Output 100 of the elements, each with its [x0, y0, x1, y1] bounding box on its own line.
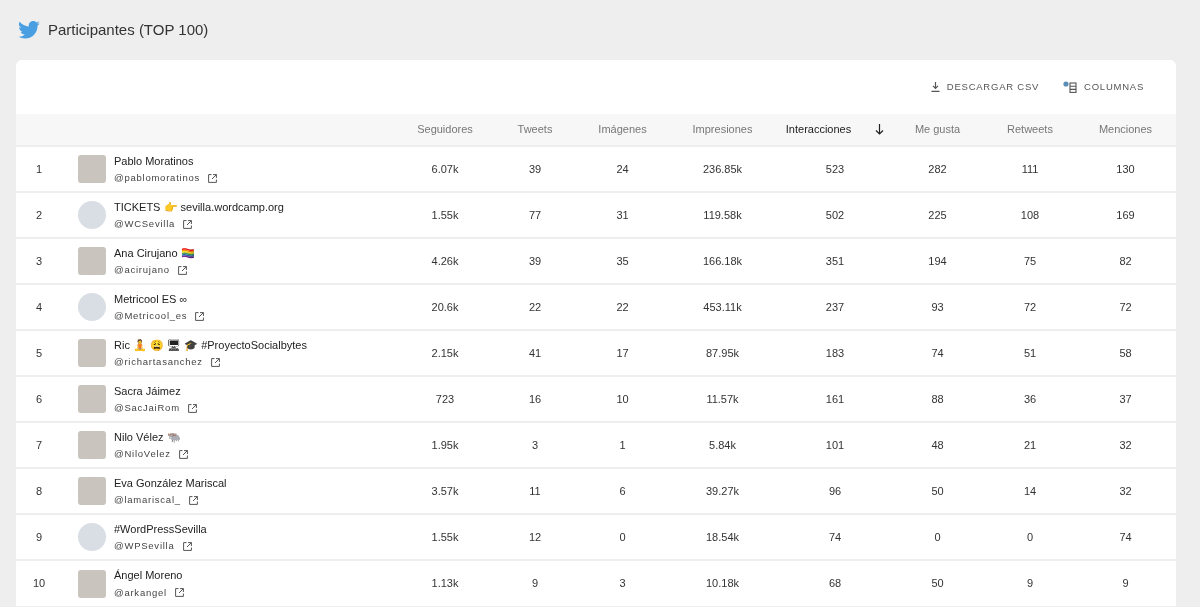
table-cell: 0 — [934, 530, 941, 543]
table-cell: 225 — [928, 208, 947, 221]
table-cell: 6 — [619, 484, 626, 497]
table-cell: 10.18k — [706, 577, 739, 590]
table-cell: 24 — [616, 162, 629, 175]
table-cell: 10 — [616, 392, 629, 405]
external-link-icon[interactable] — [187, 403, 197, 413]
table-cell: 58 — [1119, 346, 1132, 359]
table-cell: 9 — [531, 577, 539, 590]
table-cell: 9 — [1122, 577, 1129, 590]
table-cell: 22 — [528, 300, 542, 313]
avatar-photo-placeholder — [78, 339, 106, 367]
table-cell: 11 — [529, 484, 541, 497]
table-cell: 130 — [1116, 162, 1135, 175]
external-link-icon[interactable] — [183, 219, 193, 229]
columns-icon — [1063, 81, 1078, 93]
user-handle: @pablomoratinos — [114, 171, 200, 186]
rank-number: 9 — [35, 530, 43, 543]
user-name: TICKETS 👉 sevilla.wordcamp.org — [114, 199, 284, 215]
user-handle: @arkangel — [114, 585, 167, 600]
avatar-photo-placeholder — [78, 385, 106, 413]
user-handle: @richartasanchez — [114, 355, 203, 370]
table-cell: 161 — [825, 392, 845, 405]
avatar-photo-placeholder — [78, 569, 106, 598]
external-link-icon[interactable] — [174, 588, 184, 598]
user-name: #WordPressSevilla — [114, 521, 207, 537]
table-cell: 35 — [616, 254, 629, 267]
table-cell: 1 — [619, 438, 626, 451]
user-handle: @NiloVelez — [114, 447, 171, 462]
user-name: Ana Cirujano 🏳‍🌈 — [114, 245, 195, 261]
table-cell: 72 — [1023, 300, 1037, 313]
table-cell: 453.11k — [703, 300, 742, 313]
table-cell: 101 — [825, 438, 845, 451]
table-cell: 111 — [1021, 162, 1039, 175]
table-cell: 12 — [528, 530, 542, 543]
avatar-logo-placeholder — [78, 201, 106, 229]
table-cell: 93 — [931, 300, 944, 313]
rank-number: 3 — [35, 254, 43, 267]
table-cell: 32 — [1119, 438, 1132, 451]
table-cell: 39 — [528, 162, 542, 175]
user-handle: @SacJaiRom — [114, 401, 180, 416]
avatar-logo-placeholder — [78, 523, 106, 551]
table-cell: 1.55k — [431, 530, 459, 543]
table-cell: 108 — [1020, 208, 1040, 221]
table-cell: 41 — [528, 346, 542, 359]
table-cell: 31 — [616, 208, 629, 221]
table-cell: 17 — [616, 346, 629, 359]
download-icon — [930, 82, 940, 92]
avatar-photo-placeholder — [78, 247, 106, 275]
table-cell: 1.95k — [431, 438, 459, 451]
avatar-photo-placeholder — [78, 477, 106, 505]
table-cell: 88 — [931, 392, 944, 405]
user-handle: @lamariscal_ — [114, 493, 181, 508]
table-cell: 74 — [828, 530, 842, 543]
sort-arrow-icon[interactable] — [875, 124, 885, 135]
table-cell: 723 — [435, 392, 455, 405]
table-cell: 74 — [931, 346, 944, 359]
user-handle: @WCSevilla — [114, 217, 176, 232]
user-name: Eva González Mariscal — [114, 475, 227, 491]
table-cell: 50 — [931, 577, 944, 590]
table-cell: 236.85k — [702, 162, 743, 175]
user-handle: @acirujano — [114, 263, 170, 278]
rank-number: 4 — [35, 300, 43, 313]
table-cell: 183 — [825, 346, 845, 359]
table-cell: 39 — [528, 254, 542, 267]
bird-icon — [18, 21, 40, 39]
rank-number: 1 — [35, 162, 43, 175]
external-link-icon[interactable] — [182, 541, 192, 551]
rank-number: 2 — [35, 208, 43, 221]
table-cell: 36 — [1023, 392, 1037, 405]
external-link-icon[interactable] — [178, 449, 188, 459]
table-cell: 169 — [1116, 208, 1135, 221]
table-cell: 22 — [616, 300, 629, 313]
table-cell: 68 — [828, 577, 842, 590]
table-cell: 3 — [619, 577, 626, 590]
table-cell: 119.58k — [703, 208, 742, 221]
user-handle: @Metricool_es — [114, 309, 188, 324]
user-name: Ángel Moreno — [114, 568, 184, 584]
table-cell: 351 — [825, 254, 845, 267]
avatar-logo-placeholder — [78, 293, 106, 321]
table-cell: 72 — [1119, 300, 1132, 313]
table-cell: 3 — [531, 438, 539, 451]
user-name: Ric 🧘 😩 🖥 🎓 #ProyectoSocialbytes — [114, 337, 307, 354]
table-cell: 74 — [1119, 530, 1132, 543]
external-link-icon[interactable] — [210, 357, 220, 367]
table-cell: 5.84k — [709, 438, 736, 451]
user-name: Sacra Jáimez — [114, 383, 182, 399]
external-link-icon[interactable] — [177, 265, 187, 275]
external-link-icon[interactable] — [195, 311, 205, 321]
external-link-icon[interactable] — [188, 495, 198, 505]
table-cell: 32 — [1119, 484, 1132, 497]
table-cell: 18.54k — [706, 530, 739, 543]
table-cell: 9 — [1026, 577, 1034, 590]
avatar-photo-placeholder — [78, 155, 106, 183]
user-name: Pablo Moratinos — [114, 153, 195, 169]
external-link-icon[interactable] — [208, 173, 217, 183]
download-csv-button[interactable]: DESCARGAR CSV — [930, 79, 1040, 95]
columns-button[interactable]: COLUMNAS — [1063, 79, 1144, 95]
rank-number: 5 — [35, 346, 43, 359]
rank-number: 10 — [32, 577, 46, 590]
